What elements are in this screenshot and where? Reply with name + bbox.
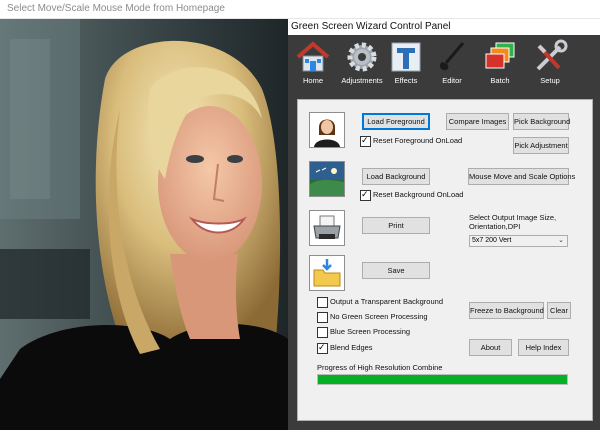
background-thumbnail[interactable] [309, 161, 345, 197]
preview-photo[interactable] [0, 19, 288, 430]
toolbar-setup[interactable]: Setup [528, 37, 572, 93]
transparent-background-checkbox-box[interactable] [317, 297, 328, 308]
toolbar-setup-label: Setup [540, 76, 560, 85]
print-button[interactable]: Print [362, 217, 430, 234]
output-size-label: Select Output Image Size, Orientation,DP… [469, 213, 557, 231]
house-icon [296, 41, 330, 72]
output-size-dropdown[interactable]: 5x7 200 Vert ⌄ [469, 235, 568, 247]
foreground-thumbnail[interactable] [309, 112, 345, 148]
checkmark-icon: ✓ [361, 189, 369, 199]
gear-icon [347, 42, 377, 72]
no-green-screen-checkbox-box[interactable] [317, 312, 328, 323]
printer-thumbnail[interactable] [309, 210, 345, 246]
checkmark-icon: ✓ [361, 135, 369, 145]
help-index-button[interactable]: Help Index [518, 339, 569, 356]
mouse-move-scale-options-button[interactable]: Mouse Move and Scale Options [468, 168, 575, 185]
transparent-background-label: Output a Transparent Background [330, 297, 443, 306]
toolbar-home-label: Home [302, 76, 323, 85]
save-button[interactable]: Save [362, 262, 430, 279]
main-toolbar: Home Adjustments Effects Editor Batch Se… [288, 35, 600, 95]
panel-titlebar: Green Screen Wizard Control Panel [288, 19, 600, 35]
progress-label: Progress of High Resolution Combine [317, 363, 443, 372]
toolbar-home[interactable]: Home [291, 37, 335, 93]
blue-screen-checkbox-box[interactable] [317, 327, 328, 338]
brush-icon [439, 42, 465, 71]
about-button[interactable]: About [469, 339, 512, 356]
tools-icon [536, 39, 568, 71]
reset-background-label: Reset Background OnLoad [373, 190, 464, 199]
control-panel-body: Load Foreground ✓ Reset Foreground OnLoa… [288, 95, 600, 430]
save-folder-icon [310, 256, 344, 290]
reset-foreground-checkbox-box[interactable]: ✓ [360, 135, 371, 147]
blue-screen-label: Blue Screen Processing [330, 327, 411, 336]
reset-foreground-label: Reset Foreground OnLoad [373, 136, 463, 145]
toolbar-editor[interactable]: Editor [430, 37, 474, 93]
freeze-to-background-button[interactable]: Freeze to Background [469, 302, 544, 319]
blend-edges-checkbox-box[interactable]: ✓ [317, 342, 328, 354]
toolbar-editor-label: Editor [442, 76, 462, 85]
toolbar-effects[interactable]: Effects [384, 37, 428, 93]
progress-bar-fill [318, 375, 567, 384]
panel-title: Green Screen Wizard Control Panel [291, 21, 451, 32]
landscape-icon [310, 162, 344, 196]
pick-background-button[interactable]: Pick Background [513, 113, 570, 130]
clear-button[interactable]: Clear [547, 302, 571, 319]
batch-layers-icon [485, 42, 515, 69]
checkmark-icon: ✓ [318, 342, 326, 352]
output-size-value: 5x7 200 Vert [472, 237, 512, 244]
pick-adjustment-button[interactable]: Pick Adjustment [513, 137, 569, 154]
window-titlebar: Select Move/Scale Mouse Mode from Homepa… [0, 0, 600, 19]
progress-bar [317, 374, 568, 385]
load-foreground-button[interactable]: Load Foreground [362, 113, 430, 130]
toolbar-batch-label: Batch [490, 76, 510, 85]
save-thumbnail[interactable] [309, 255, 345, 291]
toolbar-adjustments-label: Adjustments [341, 76, 383, 85]
portrait-image [0, 19, 288, 430]
chevron-down-icon: ⌄ [558, 237, 564, 244]
person-icon [310, 113, 344, 147]
window-title: Select Move/Scale Mouse Mode from Homepa… [7, 3, 225, 14]
compare-images-button[interactable]: Compare Images [446, 113, 509, 130]
reset-background-checkbox-box[interactable]: ✓ [360, 189, 371, 201]
control-panel-inner: Load Foreground ✓ Reset Foreground OnLoa… [297, 99, 593, 421]
toolbar-adjustments[interactable]: Adjustments [340, 37, 384, 93]
toolbar-batch[interactable]: Batch [478, 37, 522, 93]
no-green-screen-label: No Green Screen Processing [330, 312, 428, 321]
effects-icon [391, 42, 421, 72]
printer-icon [310, 211, 344, 245]
load-background-button[interactable]: Load Background [362, 168, 430, 185]
toolbar-effects-label: Effects [394, 76, 418, 85]
blend-edges-label: Blend Edges [330, 343, 373, 352]
